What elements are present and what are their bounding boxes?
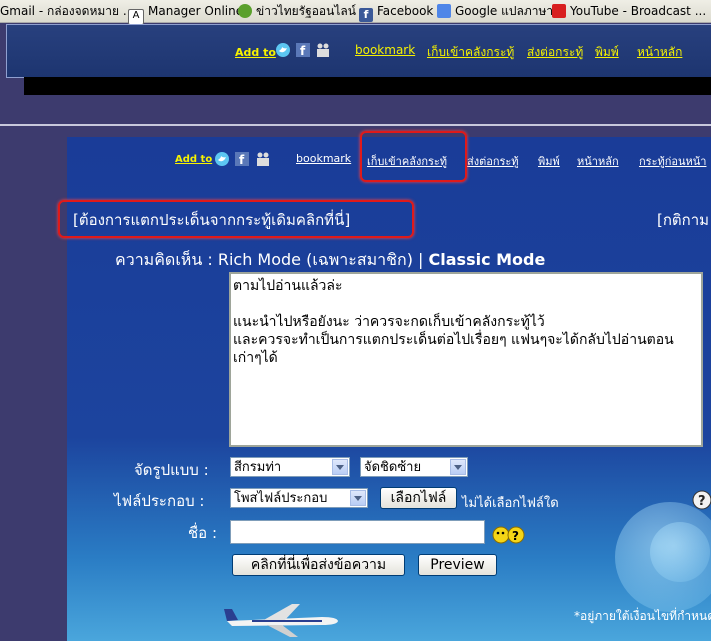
bookmark-link[interactable]: bookmark [355, 43, 415, 57]
bookmarks-bar: Gmail - กล่องจดหมาย ... A Manager Online … [0, 0, 711, 25]
bookmark-gmail[interactable]: Gmail - กล่องจดหมาย ... [0, 3, 134, 19]
bookmark-google-translate[interactable]: Google แปลภาษา [437, 3, 553, 19]
chevron-down-icon [350, 490, 366, 506]
decorative-bubble [650, 522, 710, 582]
chevron-down-icon [332, 459, 348, 475]
svg-text:f: f [239, 153, 245, 167]
name-input[interactable] [230, 520, 485, 544]
bookmark-thairath[interactable]: ข่าวไทยรัฐออนไลน์ [238, 3, 356, 19]
help-icon[interactable]: ? [692, 490, 711, 510]
add-to-link[interactable]: Add to [175, 154, 212, 165]
manager-icon: A [128, 9, 144, 25]
bookmark-label: Manager Online [148, 4, 244, 18]
bookmark-manager-online[interactable]: A Manager Online [128, 3, 244, 25]
home-link[interactable]: หน้าหลัก [577, 152, 619, 170]
bookmark-link[interactable]: bookmark [296, 152, 351, 165]
facebook-icon[interactable]: f [234, 151, 250, 167]
svg-text:f: f [300, 44, 306, 58]
svg-text:?: ? [512, 529, 519, 543]
home-link[interactable]: หน้าหลัก [637, 43, 682, 62]
choose-file-button[interactable]: เลือกไฟล์ [380, 487, 457, 509]
add-to-link[interactable]: Add to [235, 46, 276, 59]
forward-topic-link[interactable]: ส่งต่อกระทู้ [527, 43, 583, 62]
facebook-icon[interactable]: f [295, 42, 311, 58]
attachment-type-select[interactable]: โพสไฟล์ประกอบ [230, 488, 368, 508]
highlight-save-archive [360, 131, 467, 182]
top-header-panel: Add to f bookmark เก็บเข้าคลังกระทู้ ส่ง… [6, 24, 711, 78]
rich-mode-link[interactable]: Rich Mode (เฉพาะสมาชิก) [218, 250, 413, 269]
save-to-archive-link[interactable]: เก็บเข้าคลังกระทู้ [427, 43, 514, 62]
emoticon-icon[interactable]: ? [491, 525, 527, 545]
myspace-icon[interactable] [315, 42, 331, 58]
submit-button[interactable]: คลิกที่นี่เพื่อส่งข้อความ [232, 554, 405, 576]
chevron-down-icon [450, 459, 466, 475]
no-file-status: ไม่ได้เลือกไฟล์ใด [462, 496, 559, 511]
header-black-bar [24, 77, 711, 95]
preview-button[interactable]: Preview [418, 554, 497, 576]
bookmark-facebook[interactable]: f Facebook [359, 3, 434, 22]
svg-text:?: ? [698, 494, 706, 509]
bookmark-label: Google แปลภาษา [455, 4, 554, 18]
print-link[interactable]: พิมพ์ [538, 152, 560, 170]
reply-panel: Add to f bookmark เก็บเข้าคลังกระทู้ ส่ง… [58, 131, 711, 641]
text-align-select[interactable]: จัดชิดซ้าย [360, 457, 468, 477]
bookmark-youtube[interactable]: YouTube - Broadcast ... [552, 3, 706, 19]
mode-separator: | [418, 250, 424, 269]
rules-link[interactable]: [กติกาม [657, 208, 709, 232]
myspace-icon[interactable] [255, 151, 271, 167]
page-divider [0, 124, 711, 126]
twitter-icon[interactable] [214, 151, 230, 167]
bookmark-label: Gmail - กล่องจดหมาย ... [0, 4, 135, 18]
footer-note: *อยู่ภายใต้เงื่อนไขที่กำหนด [574, 609, 711, 623]
attachment-type-value: โพสไฟล์ประกอบ [234, 491, 328, 506]
facebook-icon: f [359, 8, 373, 22]
bookmark-label: ข่าวไทยรัฐออนไลน์ [256, 4, 356, 18]
comment-textarea[interactable]: ตามไปอ่านแล้วล่ะ แนะนำไปหรือยังนะ ว่าควร… [229, 272, 703, 447]
thairath-icon [238, 4, 252, 18]
text-color-select[interactable]: สีกรมท่า [230, 457, 350, 477]
text-color-value: สีกรมท่า [234, 460, 282, 475]
text-align-value: จัดชิดซ้าย [364, 460, 422, 475]
previous-topic-link[interactable]: กระทู้ก่อนหน้า [639, 152, 706, 170]
highlight-branch-topic [58, 200, 414, 238]
bookmark-label: Facebook [377, 4, 434, 18]
print-link[interactable]: พิมพ์ [595, 43, 619, 62]
comment-mode-line: ความคิดเห็น : Rich Mode (เฉพาะสมาชิก) | … [115, 248, 545, 273]
attachment-label: ไฟล์ประกอบ : [114, 492, 205, 510]
youtube-icon [552, 4, 566, 18]
bookmark-label: YouTube - Broadcast ... [570, 4, 707, 18]
comment-label: ความคิดเห็น : [115, 250, 213, 269]
translate-icon [437, 4, 451, 18]
classic-mode-link[interactable]: Classic Mode [429, 250, 546, 269]
twitter-icon[interactable] [275, 42, 291, 58]
name-label: ชื่อ : [188, 524, 218, 542]
forward-topic-link[interactable]: ส่งต่อกระทู้ [467, 152, 519, 170]
format-label: จัดรูปแบบ : [134, 461, 209, 479]
airplane-icon [224, 604, 338, 637]
